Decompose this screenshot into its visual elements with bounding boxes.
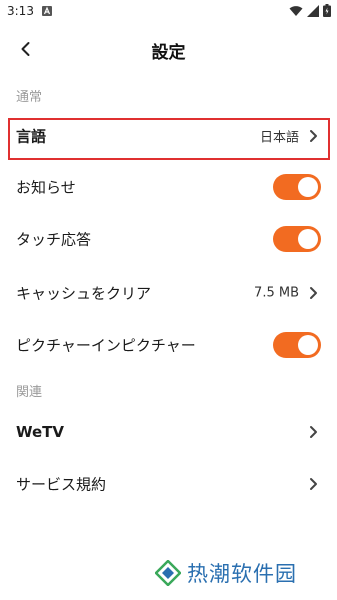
touch-feedback-label: タッチ応答 [16,230,92,249]
status-time: 3:13 [7,4,34,18]
status-icons [289,4,331,17]
clear-cache-label: キャッシュをクリア [16,284,152,303]
chevron-right-icon [310,426,317,438]
chevron-right-icon [310,287,317,299]
touch-feedback-row: タッチ応答 [0,216,337,262]
highlight-box [8,118,330,160]
toggle-knob [298,229,318,249]
terms-row[interactable]: サービス規約 [0,461,337,507]
toggle-knob [298,335,318,355]
picture-in-picture-label: ピクチャーインピクチャー [16,336,196,355]
diamond-logo-icon [155,560,181,586]
header: 設定 [0,30,337,68]
touch-feedback-toggle[interactable] [273,226,321,252]
notifications-label: お知らせ [16,178,76,197]
wetv-label: WeTV [16,423,65,441]
notifications-toggle[interactable] [273,174,321,200]
cache-size-value: 7.5 MB [254,285,299,301]
picture-in-picture-row: ピクチャーインピクチャー [0,322,337,368]
page-title: 設定 [151,43,186,63]
terms-label: サービス規約 [16,475,107,494]
picture-in-picture-toggle[interactable] [273,332,321,358]
notification-a-icon [42,6,52,16]
section-label-related: 関連 [16,385,43,400]
watermark: 热潮软件园 [155,558,297,588]
chevron-right-icon [310,478,317,490]
notifications-row: お知らせ [0,164,337,210]
wifi-icon [289,5,303,16]
clear-cache-row[interactable]: キャッシュをクリア 7.5 MB [0,270,337,316]
toggle-knob [298,177,318,197]
watermark-text: 热潮软件园 [187,562,297,586]
signal-icon [307,4,319,17]
wetv-row[interactable]: WeTV [0,409,337,455]
battery-icon [323,4,331,17]
section-label-general: 通常 [16,90,43,105]
status-bar: 3:13 [0,0,337,24]
